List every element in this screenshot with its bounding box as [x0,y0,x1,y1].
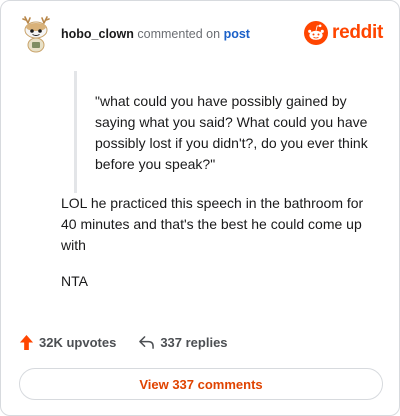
comment-header: hobo_clown commented on post reddit [19,15,383,55]
reddit-alien-icon [304,21,329,45]
comment-card: hobo_clown commented on post reddit "wha… [0,0,400,416]
upvote-count: 32K upvotes [39,335,117,350]
comment-actions: 32K upvotes 337 replies [19,334,228,351]
post-link[interactable]: post [224,27,250,41]
upvote-button[interactable]: 32K upvotes [19,334,116,351]
reply-count: 337 replies [160,335,228,350]
comment-body: LOL he practiced this speech in the bath… [61,195,364,253]
comment-meta: hobo_clown commented on post [61,27,250,41]
upvote-arrow-icon [19,335,34,350]
quoted-text: "what could you have possibly gained by … [74,71,374,193]
view-comments-button[interactable]: View 337 comments [19,368,383,400]
snoo-avatar-icon[interactable] [19,15,53,53]
comment-verdict: NTA [61,273,88,289]
reddit-wordmark: reddit [332,22,383,43]
reply-arrow-icon [139,336,155,349]
reddit-logo[interactable]: reddit [304,20,383,46]
username-link[interactable]: hobo_clown [61,27,134,41]
replies-button[interactable]: 337 replies [138,335,228,350]
commented-on-text: commented on [137,27,221,41]
